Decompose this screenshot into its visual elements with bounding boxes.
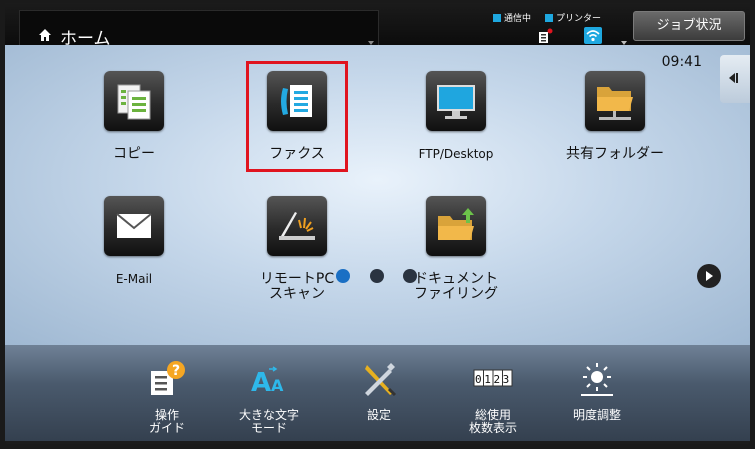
document-filing-icon [426, 196, 486, 256]
brightness-button[interactable]: 明度調整 [552, 351, 642, 441]
side-panel-toggle[interactable] [720, 55, 750, 103]
monitor-icon [426, 71, 486, 131]
wifi-icon [584, 27, 602, 44]
page-dot-active[interactable] [336, 269, 350, 283]
printer-status-label: プリンター [556, 14, 602, 24]
app-label: 共有フォルダー [566, 146, 664, 162]
printer-status-icon [545, 14, 553, 22]
home-icon [39, 29, 51, 41]
guide-question-icon: ? [151, 361, 185, 395]
scanner-icon [267, 196, 327, 256]
settings-button[interactable]: 設定 [334, 351, 424, 441]
app-ftp-desktop[interactable]: FTP/Desktop [386, 71, 526, 181]
home-tab[interactable]: ホーム [19, 10, 379, 49]
large-font-icon: A A [251, 366, 284, 398]
tool-label: 総使用 枚数表示 [468, 408, 517, 435]
next-page-button[interactable] [697, 264, 721, 288]
collapse-arrow-icon [729, 73, 735, 83]
copy-icon [104, 71, 164, 131]
tool-label: 明度調整 [572, 408, 621, 422]
tool-label: 設定 [366, 408, 391, 422]
svg-text:A: A [251, 368, 271, 398]
comm-status-icon [493, 14, 501, 22]
app-shared-folder[interactable]: 共有フォルダー [545, 71, 685, 181]
svg-text:A: A [271, 376, 284, 395]
clock: 09:41 [661, 54, 702, 70]
selection-highlight [246, 61, 348, 172]
large-text-mode-button[interactable]: A A 大きな文字 モード [224, 351, 314, 441]
bottom-toolbar: ? 操作 ガイド A A 大きな文字 モード 設定 0123 総使用 枚数表示 … [5, 345, 750, 441]
page-dot[interactable] [370, 269, 384, 283]
page-dot[interactable] [403, 269, 417, 283]
app-document-filing[interactable]: ドキュメント ファイリング [386, 196, 526, 306]
play-arrow-icon [706, 271, 713, 281]
operation-guide-button[interactable]: ? 操作 ガイド [122, 351, 212, 441]
app-label: E-Mail [115, 272, 153, 286]
counter-digits: 0123 [475, 373, 512, 386]
top-bar: ホーム 通信中 プリンター ジョブ状況 [5, 3, 750, 49]
job-status-button[interactable]: ジョブ状況 [633, 11, 745, 41]
comm-status-label: 通信中 [504, 14, 532, 24]
app-label: コピー [113, 146, 155, 162]
status-area[interactable]: 通信中 プリンター [493, 11, 629, 45]
shared-folder-icon [585, 71, 645, 131]
total-count-button[interactable]: 0123 総使用 枚数表示 [448, 351, 538, 441]
app-remote-pc-scan[interactable]: リモートPC スキャン [227, 196, 367, 306]
mail-icon [104, 196, 164, 256]
fax-job-icon [539, 28, 553, 43]
svg-text:?: ? [172, 363, 180, 379]
app-label: FTP/Desktop [418, 147, 494, 161]
brightness-icon [581, 363, 613, 396]
app-email[interactable]: E-Mail [64, 196, 204, 306]
app-copy[interactable]: コピー [64, 71, 204, 181]
tool-label: 操作 ガイド [148, 408, 185, 435]
wrench-screwdriver-icon [365, 363, 397, 397]
tool-label: 大きな文字 モード [238, 408, 299, 435]
